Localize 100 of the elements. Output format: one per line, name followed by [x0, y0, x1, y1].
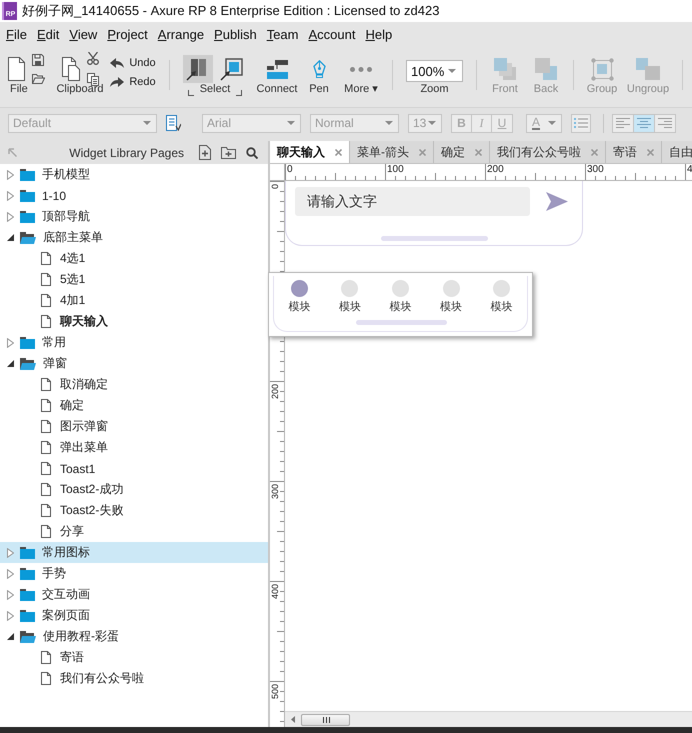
folder-item[interactable]: 底部主菜单 [0, 227, 268, 248]
caret-icon [448, 69, 456, 73]
page-item[interactable]: 图示弹窗 [0, 416, 268, 437]
menu-item[interactable]: View [64, 26, 102, 42]
open-folder-icon[interactable] [32, 74, 45, 84]
undo-button[interactable]: Undo [110, 57, 156, 69]
close-icon[interactable] [335, 148, 342, 156]
menu-item[interactable]: Publish [209, 26, 262, 42]
group-label: Zoom [420, 83, 449, 96]
ruler-label: 0 [287, 164, 293, 175]
page-item[interactable]: 4选1 [0, 248, 268, 269]
page-item[interactable]: 聊天输入 [0, 311, 268, 332]
close-icon[interactable] [419, 148, 426, 156]
redo-button[interactable]: Redo [110, 76, 156, 88]
save-icon[interactable] [32, 54, 44, 66]
folder-item[interactable]: 交互动画 [0, 584, 268, 605]
arrow-left-icon[interactable] [291, 716, 295, 723]
folder-item[interactable]: 弹窗 [0, 353, 268, 374]
menu-item[interactable]: Arrange [152, 26, 210, 42]
tab[interactable]: 寄语 [606, 141, 662, 163]
corner-mark-icon [236, 90, 242, 96]
undo-arrow-icon [110, 58, 124, 68]
select-mode-icon[interactable] [183, 55, 213, 83]
menu-item[interactable]: Help [360, 26, 398, 42]
folder-item[interactable]: 手势 [0, 563, 268, 584]
caret-right-icon[interactable] [7, 338, 14, 348]
tab[interactable]: 确定 [434, 141, 490, 163]
close-icon[interactable] [647, 148, 654, 156]
page-icon [41, 420, 51, 433]
page-item[interactable]: 取消确定 [0, 374, 268, 395]
caret-right-icon[interactable] [7, 212, 14, 222]
folder-icon [20, 336, 35, 348]
menu-item[interactable]: Team [262, 26, 304, 42]
tab[interactable]: 自由 [662, 141, 692, 163]
copy-icon[interactable] [86, 73, 98, 86]
ruler-label: 300 [587, 164, 604, 175]
caret-right-icon[interactable] [7, 548, 14, 558]
page-icon [41, 441, 51, 454]
folder-item[interactable]: 手机模型 [0, 164, 268, 185]
folder-item[interactable]: 案例页面 [0, 605, 268, 626]
caret-right-icon[interactable] [7, 170, 14, 180]
group-label: Select [200, 83, 230, 96]
page-icon [41, 252, 51, 265]
page-item[interactable]: Toast1 [0, 458, 268, 479]
ruler-label: 200 [487, 164, 504, 175]
page-item[interactable]: 寄语 [0, 647, 268, 668]
tab[interactable]: 菜单-箭头 [350, 141, 434, 163]
send-icon [546, 192, 568, 211]
ruler-label: 200 [271, 384, 280, 400]
tab[interactable]: 我们有公众号啦 [490, 141, 606, 163]
triangle-icon[interactable] [7, 234, 14, 241]
page-icon [41, 294, 51, 307]
add-folder-icon[interactable] [221, 146, 236, 158]
search-icon[interactable] [246, 146, 258, 158]
folder-item[interactable]: 常用图标 [0, 542, 268, 563]
add-page-icon[interactable] [199, 145, 211, 160]
bring-front-icon [494, 58, 516, 80]
menu-item[interactable]: Edit [32, 26, 64, 42]
folder-item[interactable]: 使用教程-彩蛋 [0, 626, 268, 647]
scrollbar-thumb[interactable] [301, 714, 350, 726]
menu-item[interactable]: File [1, 26, 32, 42]
triangle-icon[interactable] [7, 633, 14, 640]
folder-item[interactable]: 顶部导航 [0, 206, 268, 227]
close-icon[interactable] [591, 148, 598, 156]
menu-item[interactable]: Project [102, 26, 153, 42]
page-icon [41, 462, 51, 475]
triangle-icon[interactable] [7, 360, 14, 367]
paste-icon[interactable] [62, 57, 80, 81]
redo-arrow-icon [110, 77, 124, 87]
caret-right-icon[interactable] [7, 590, 14, 600]
folder-item[interactable]: 常用 [0, 332, 268, 353]
caret-right-icon[interactable] [7, 568, 14, 578]
pen-button[interactable]: Pen [307, 52, 331, 96]
page-item[interactable]: 分享 [0, 521, 268, 542]
caret-right-icon[interactable] [7, 190, 14, 200]
connect-button[interactable]: Connect [257, 52, 297, 96]
page-item[interactable]: 我们有公众号啦 [0, 668, 268, 689]
page-icon [41, 378, 51, 391]
more-button[interactable]: More ▾ [343, 52, 379, 96]
page-item[interactable]: Toast2-成功 [0, 479, 268, 500]
page-item[interactable]: Toast2-失败 [0, 500, 268, 521]
caret-icon [428, 121, 436, 125]
new-page-icon[interactable] [8, 57, 25, 81]
group-label: File [10, 83, 28, 96]
page-item[interactable]: 确定 [0, 395, 268, 416]
folder-item[interactable]: 1-10 [0, 185, 268, 206]
close-icon[interactable] [475, 148, 482, 156]
caret-right-icon[interactable] [7, 610, 14, 620]
align-center-icon [637, 118, 651, 128]
arrow-icon[interactable] [8, 148, 17, 157]
page-icon [41, 483, 51, 496]
module-label: 模块 [288, 301, 310, 314]
scissors-icon[interactable] [86, 52, 98, 65]
tab[interactable]: 聊天输入 [270, 141, 350, 163]
page-item[interactable]: 4加1 [0, 290, 268, 311]
page-item[interactable]: 弹出菜单 [0, 437, 268, 458]
ruler-label: 0 [271, 184, 280, 190]
page-item[interactable]: 5选1 [0, 269, 268, 290]
zoom-dropdown[interactable]: 100% [406, 60, 463, 82]
menu-item[interactable]: Account [303, 26, 360, 42]
